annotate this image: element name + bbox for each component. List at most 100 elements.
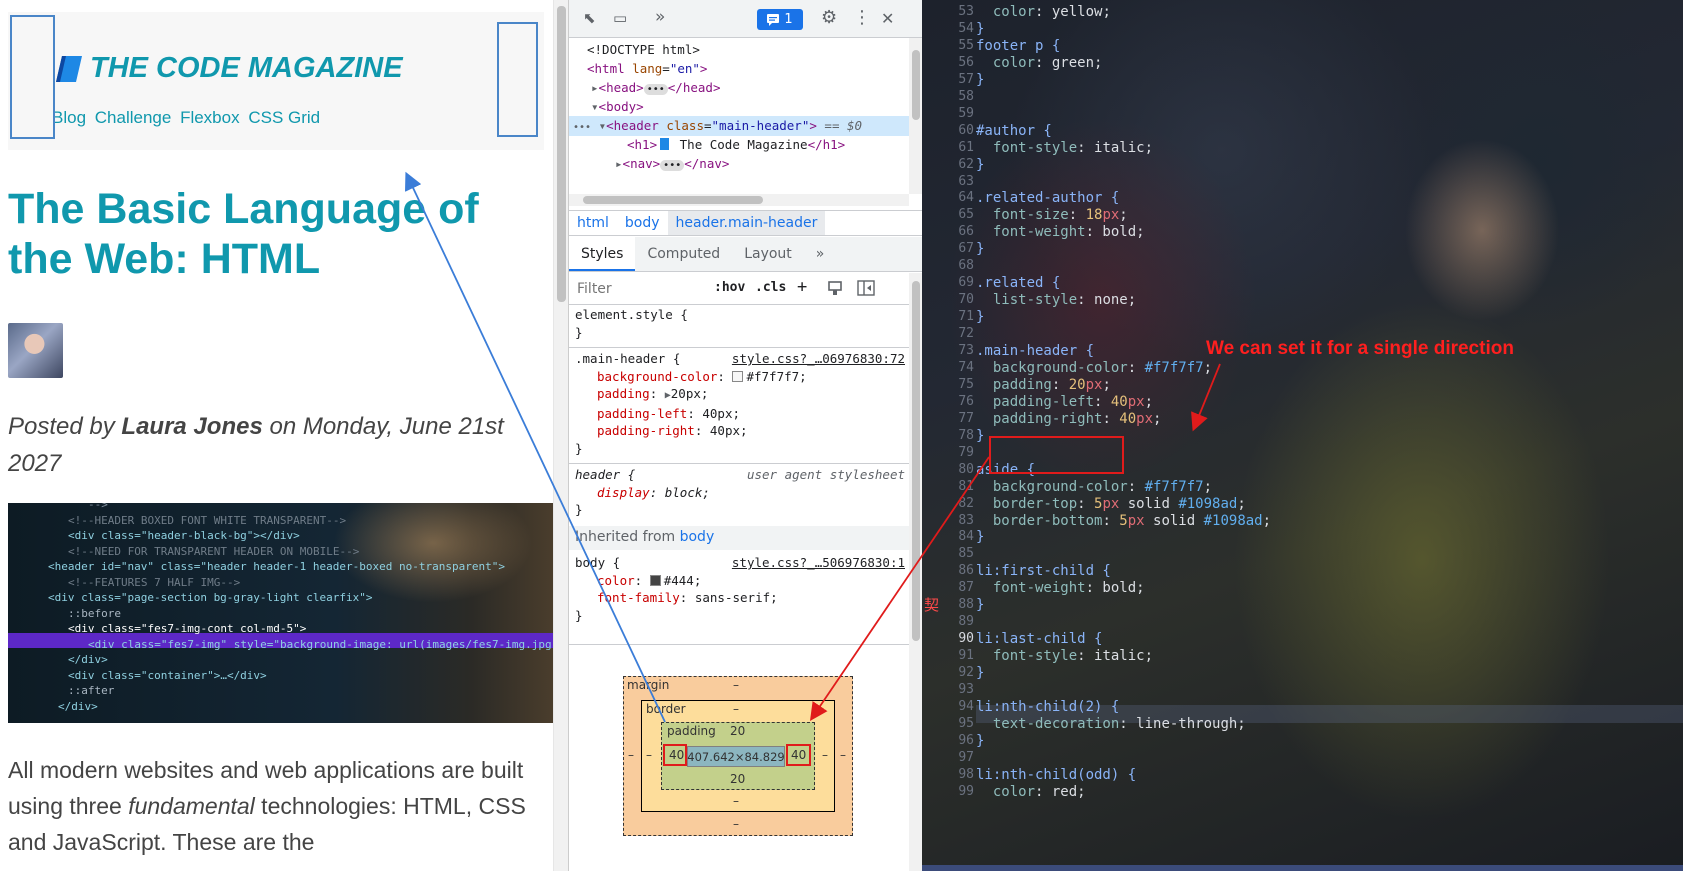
border-top-value[interactable]: – xyxy=(733,702,739,716)
rule-source-link-main-header[interactable]: style.css?_…06976830:72 xyxy=(732,350,905,368)
elements-hscrollbar[interactable] xyxy=(569,194,909,206)
code-line[interactable]: padding-left: 40px; xyxy=(976,393,1153,411)
prop-color[interactable]: color: #444; xyxy=(575,572,905,590)
tab-computed[interactable]: Computed xyxy=(635,237,732,271)
code-line[interactable]: color: green; xyxy=(976,54,1103,72)
prop-padding-left[interactable]: padding-left: 40px; xyxy=(575,405,905,423)
toggle-sidebar-icon[interactable] xyxy=(857,280,875,300)
dom-node-head[interactable]: ▸<head> ••• </head> xyxy=(569,78,909,98)
rule-source-link-body[interactable]: style.css?_…506976830:1 xyxy=(732,554,905,572)
code-line[interactable]: } xyxy=(976,71,984,89)
box-model-content[interactable]: 407.642×84.829 xyxy=(687,746,785,767)
nav-link-challenge[interactable]: Challenge xyxy=(95,108,172,127)
code-line[interactable]: font-style: italic; xyxy=(976,139,1153,157)
code-line[interactable]: padding-right: 40px; xyxy=(976,410,1162,428)
code-line[interactable]: } xyxy=(976,732,984,750)
dom-node-header-selected[interactable]: ••• ▾<header class="main-header"> == $0 xyxy=(569,116,909,136)
inherited-from-link[interactable]: body xyxy=(680,529,715,545)
rule-element-style[interactable]: element.style { } xyxy=(575,306,905,341)
tab-more[interactable]: » xyxy=(804,237,837,271)
code-line[interactable]: .main-header { xyxy=(976,342,1094,360)
rule-header-ua[interactable]: header { user agent stylesheet display: … xyxy=(575,466,905,519)
breadcrumb-html[interactable]: html xyxy=(569,211,617,235)
prop-font-family[interactable]: font-family: sans-serif; xyxy=(575,589,905,607)
nav-link-blog[interactable]: Blog xyxy=(52,108,86,127)
kebab-menu-icon[interactable]: ⋮ xyxy=(853,7,871,28)
rule-body[interactable]: body { style.css?_…506976830:1 color: #4… xyxy=(575,554,905,624)
color-swatch[interactable] xyxy=(732,370,744,382)
cls-toggle[interactable]: .cls xyxy=(755,280,786,295)
breadcrumb-header[interactable]: header.main-header xyxy=(667,211,826,235)
tab-layout[interactable]: Layout xyxy=(732,237,804,271)
code-line[interactable]: li:last-child { xyxy=(976,630,1102,648)
code-line[interactable]: li:first-child { xyxy=(976,562,1111,580)
code-line[interactable]: font-weight: bold; xyxy=(976,579,1145,597)
dom-node-doctype[interactable]: <!DOCTYPE html> xyxy=(569,40,909,60)
dom-node-h1[interactable]: <h1> The Code Magazine</h1> xyxy=(569,135,909,155)
breadcrumb-body[interactable]: body xyxy=(617,211,668,235)
padding-top-value[interactable]: 20 xyxy=(730,724,745,738)
hov-toggle[interactable]: :hov xyxy=(714,280,745,295)
code-line[interactable]: .related-author { xyxy=(976,189,1119,207)
nav-link-css-grid[interactable]: CSS Grid xyxy=(248,108,320,127)
issues-badge[interactable]: 1 xyxy=(757,9,803,30)
code-line[interactable]: } xyxy=(976,427,984,445)
dom-node-html[interactable]: <html lang="en"> xyxy=(569,59,909,79)
code-line[interactable]: text-decoration: line-through; xyxy=(976,715,1246,733)
code-line[interactable]: } xyxy=(976,240,984,258)
border-left-value[interactable]: – xyxy=(646,748,652,762)
code-line[interactable]: border-bottom: 5px solid #1098ad; xyxy=(976,512,1271,530)
nav-link-flexbox[interactable]: Flexbox xyxy=(180,108,240,127)
rule-main-header[interactable]: .main-header { style.css?_…06976830:72 b… xyxy=(575,350,905,457)
margin-right-value[interactable]: – xyxy=(840,748,846,762)
device-toggle-icon[interactable]: ▭ xyxy=(613,9,627,27)
page-scrollbar[interactable] xyxy=(553,0,568,871)
code-line[interactable]: list-style: none; xyxy=(976,291,1136,309)
code-line[interactable]: font-weight: bold; xyxy=(976,223,1145,241)
prop-padding[interactable]: padding: ▶20px; xyxy=(575,385,905,405)
margin-left-value[interactable]: – xyxy=(628,748,634,762)
code-line[interactable]: } xyxy=(976,156,984,174)
dom-node-nav[interactable]: ▸<nav> ••• </nav> xyxy=(569,154,909,174)
code-line[interactable]: background-color: #f7f7f7; xyxy=(976,359,1212,377)
code-line[interactable]: .related { xyxy=(976,274,1060,292)
prop-padding-right[interactable]: padding-right: 40px; xyxy=(575,422,905,440)
prop-background-color[interactable]: background-color: #f7f7f7; xyxy=(575,368,905,386)
code-line[interactable]: } xyxy=(976,596,984,614)
code-line[interactable]: background-color: #f7f7f7; xyxy=(976,478,1212,496)
code-editor[interactable]: 53 color: yellow; 54} 55 footer p {56 color… xyxy=(922,0,1683,871)
elements-scrollbar[interactable] xyxy=(909,38,922,194)
code-line[interactable]: } xyxy=(976,664,984,682)
inspect-element-icon[interactable]: ⬉ xyxy=(583,9,596,27)
code-line[interactable]: font-size: 18px; xyxy=(976,206,1128,224)
code-line[interactable]: footer p { xyxy=(976,37,1060,55)
margin-bottom-value[interactable]: – xyxy=(733,817,739,831)
padding-bottom-value[interactable]: 20 xyxy=(730,772,745,786)
site-logo[interactable]: THE CODE MAGAZINE xyxy=(56,52,403,85)
paint-bucket-icon[interactable] xyxy=(827,280,843,300)
code-line[interactable]: color: yellow; xyxy=(976,3,1111,21)
code-line[interactable]: padding: 20px; xyxy=(976,376,1111,394)
code-line[interactable]: font-style: italic; xyxy=(976,647,1153,665)
tab-styles[interactable]: Styles xyxy=(569,237,636,271)
line-number: 80 xyxy=(958,461,974,477)
code-line[interactable]: } xyxy=(976,308,984,326)
close-devtools-icon[interactable]: ✕ xyxy=(881,9,894,28)
margin-top-value[interactable]: – xyxy=(733,678,739,692)
new-rule-button[interactable]: + xyxy=(797,277,807,297)
styles-filter-input[interactable] xyxy=(573,278,703,300)
code-line[interactable]: li:nth-child(2) { xyxy=(976,698,1119,716)
border-right-value[interactable]: – xyxy=(822,748,828,762)
code-line[interactable]: border-top: 5px solid #1098ad; xyxy=(976,495,1246,513)
code-line[interactable]: #author { xyxy=(976,122,1052,140)
styles-scrollbar[interactable] xyxy=(909,273,922,871)
code-line[interactable]: } xyxy=(976,20,984,38)
code-line[interactable]: li:nth-child(odd) { xyxy=(976,766,1136,784)
color-swatch[interactable] xyxy=(649,574,661,586)
code-line[interactable]: } xyxy=(976,528,984,546)
border-bottom-value[interactable]: – xyxy=(733,794,739,808)
settings-gear-icon[interactable]: ⚙ xyxy=(821,7,837,28)
dom-node-body[interactable]: ▾<body> xyxy=(569,97,909,117)
code-line[interactable]: color: red; xyxy=(976,783,1086,801)
more-panels-icon[interactable]: » xyxy=(655,7,665,27)
